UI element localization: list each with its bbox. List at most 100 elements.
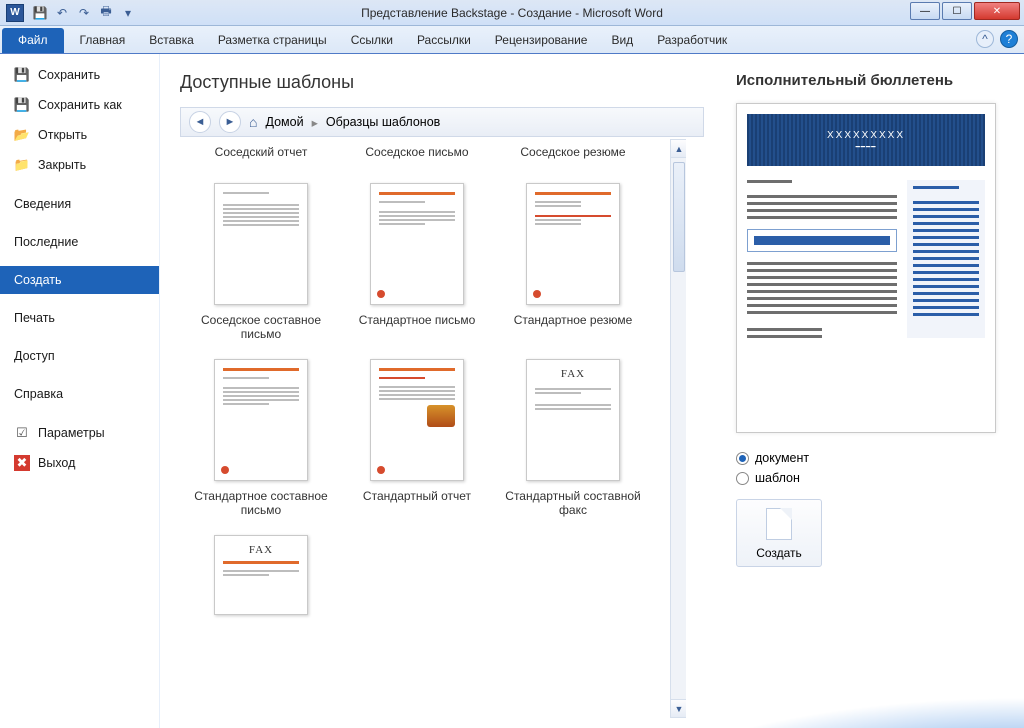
folder-close-icon: 📁 — [14, 157, 30, 173]
panel-title: Доступные шаблоны — [180, 72, 704, 93]
fax-label: FAX — [223, 544, 299, 556]
sidebar-item-label: Выход — [38, 456, 75, 470]
breadcrumb: ◄ ► ⌂ Домой ▸ Образцы шаблонов — [180, 107, 704, 137]
sidebar-item-label: Печать — [14, 311, 55, 325]
create-button[interactable]: Создать — [736, 499, 822, 567]
template-preview: XXXXXXXXX━━━━ — [736, 103, 996, 433]
backstage-sidebar: 💾Сохранить 💾 Сохранить как 📂 Открыть 📁Закр… — [0, 54, 160, 728]
titlebar: W 💾 ↶ ↷ 🖶 ▾ Представление Backstage - Со… — [0, 0, 1024, 26]
exit-icon: ✖ — [14, 455, 30, 471]
preview-panel: Исполнительный бюллетень XXXXXXXXX━━━━ — [724, 54, 1024, 728]
templates-panel: Доступные шаблоны ◄ ► ⌂ Домой ▸ Образцы … — [160, 54, 724, 728]
template-grid: Соседский отчет Соседское письмо Соседск… — [180, 137, 686, 643]
breadcrumb-current[interactable]: Образцы шаблонов — [326, 115, 440, 129]
window-title: Представление Backstage - Создание - Mic… — [0, 6, 1024, 20]
radio-label: шаблон — [755, 471, 800, 485]
template-item[interactable]: Соседское письмо — [342, 145, 492, 165]
qat-dropdown-icon[interactable]: ▾ — [120, 5, 136, 21]
home-icon[interactable]: ⌂ — [249, 114, 257, 130]
preview-title: Исполнительный бюллетень — [736, 72, 1004, 89]
template-label: Соседское резюме — [498, 145, 648, 159]
maximize-button[interactable]: ☐ — [942, 2, 972, 20]
sidebar-item-label: Создать — [14, 273, 62, 287]
template-label: Стандартное составное письмо — [186, 489, 336, 517]
document-icon — [766, 508, 792, 540]
scroll-down-icon[interactable]: ▼ — [671, 699, 687, 717]
sidebar-item-save[interactable]: 💾Сохранить — [0, 60, 159, 90]
fax-label: FAX — [535, 368, 611, 380]
sidebar-item-new[interactable]: Создать — [0, 266, 159, 294]
vertical-scrollbar[interactable]: ▲ ▼ — [670, 139, 688, 718]
template-scroll-area: Соседский отчет Соседское письмо Соседск… — [180, 137, 704, 728]
nav-back-button[interactable]: ◄ — [189, 111, 211, 133]
chevron-right-icon: ▸ — [312, 115, 318, 130]
ribbon-minimize-icon[interactable]: ^ — [976, 30, 994, 48]
template-item[interactable]: FAX Стандартный составной факс — [498, 359, 648, 517]
save-icon[interactable]: 💾 — [32, 5, 48, 21]
radio-label: документ — [755, 451, 809, 465]
template-label: Стандартное резюме — [498, 313, 648, 327]
radio-document[interactable]: документ — [736, 451, 1004, 465]
quick-access-toolbar: 💾 ↶ ↷ 🖶 ▾ — [32, 5, 136, 21]
help-icon[interactable]: ? — [1000, 30, 1018, 48]
sidebar-item-open[interactable]: 📂 Открыть — [0, 120, 159, 150]
template-item[interactable]: FAX — [186, 535, 336, 623]
template-item[interactable]: Соседское резюме — [498, 145, 648, 165]
minimize-button[interactable]: — — [910, 2, 940, 20]
nav-forward-button[interactable]: ► — [219, 111, 241, 133]
tab-insert[interactable]: Вставка — [137, 28, 206, 53]
tab-references[interactable]: Ссылки — [339, 28, 405, 53]
redo-icon[interactable]: ↷ — [76, 5, 92, 21]
print-icon[interactable]: 🖶 — [98, 5, 114, 21]
template-item[interactable]: Стандартное составное письмо — [186, 359, 336, 517]
tab-mailings[interactable]: Рассылки — [405, 28, 483, 53]
template-thumbnail — [526, 183, 620, 305]
scroll-up-icon[interactable]: ▲ — [671, 140, 687, 158]
sidebar-item-info[interactable]: Сведения — [0, 190, 159, 218]
template-label: Стандартный отчет — [342, 489, 492, 503]
template-thumbnail: FAX — [526, 359, 620, 481]
template-item[interactable]: Стандартное письмо — [342, 183, 492, 341]
template-item[interactable]: Стандартный отчет — [342, 359, 492, 517]
template-label: Соседский отчет — [186, 145, 336, 159]
undo-icon[interactable]: ↶ — [54, 5, 70, 21]
tab-file[interactable]: Файл — [2, 28, 64, 53]
preview-heading-text: XXXXXXXXX — [827, 130, 905, 141]
sidebar-item-label: Сохранить — [38, 68, 100, 82]
template-label: Стандартный составной факс — [498, 489, 648, 517]
sidebar-item-help[interactable]: Справка — [0, 380, 159, 408]
sidebar-item-recent[interactable]: Последние — [0, 228, 159, 256]
sidebar-item-label: Справка — [14, 387, 63, 401]
radio-icon — [736, 472, 749, 485]
breadcrumb-home[interactable]: Домой — [265, 115, 303, 129]
create-button-label: Создать — [756, 546, 802, 560]
template-label: Соседское составное письмо — [186, 313, 336, 341]
options-icon: ☑ — [14, 425, 30, 441]
backstage-view: 💾Сохранить 💾 Сохранить как 📂 Открыть 📁Закр… — [0, 54, 1024, 728]
sidebar-item-exit[interactable]: ✖ Выход — [0, 448, 159, 478]
close-button[interactable]: ✕ — [974, 2, 1020, 20]
sidebar-item-options[interactable]: ☑Параметры — [0, 418, 159, 448]
ribbon-tabs: Файл Главная Вставка Разметка страницы С… — [0, 26, 1024, 54]
tab-review[interactable]: Рецензирование — [483, 28, 600, 53]
template-thumbnail — [214, 359, 308, 481]
folder-open-icon: 📂 — [14, 127, 30, 143]
sidebar-item-label: Сохранить как — [38, 98, 122, 112]
template-item[interactable]: Стандартное резюме — [498, 183, 648, 341]
tab-developer[interactable]: Разработчик — [645, 28, 739, 53]
sidebar-item-close[interactable]: 📁Закрыть — [0, 150, 159, 180]
sidebar-item-label: Открыть — [38, 128, 87, 142]
scroll-thumb[interactable] — [673, 162, 685, 272]
template-thumbnail: FAX — [214, 535, 308, 615]
template-item[interactable]: Соседское составное письмо — [186, 183, 336, 341]
radio-template[interactable]: шаблон — [736, 471, 1004, 485]
template-item[interactable]: Соседский отчет — [186, 145, 336, 165]
sidebar-item-print[interactable]: Печать — [0, 304, 159, 332]
tab-view[interactable]: Вид — [599, 28, 645, 53]
tab-home[interactable]: Главная — [68, 28, 138, 53]
sidebar-item-share[interactable]: Доступ — [0, 342, 159, 370]
saveas-icon: 💾 — [14, 97, 30, 113]
sidebar-item-saveas[interactable]: 💾 Сохранить как — [0, 90, 159, 120]
tab-pagelayout[interactable]: Разметка страницы — [206, 28, 339, 53]
preview-header: XXXXXXXXX━━━━ — [747, 114, 985, 166]
